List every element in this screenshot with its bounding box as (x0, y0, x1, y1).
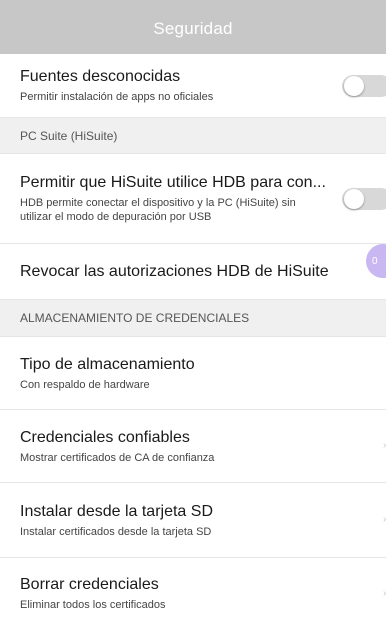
section-label: ALMACENAMIENTO DE CREDENCIALES (20, 311, 250, 325)
security-settings-screen: Seguridad Fuentes desconocidas Permitir … (0, 0, 386, 629)
trusted-credentials-subtitle: Mostrar certificados de CA de confianza (20, 451, 215, 464)
hdb-revoke-row[interactable]: Revocar las autorizaciones HDB de HiSuit… (0, 244, 386, 300)
clear-credentials-row[interactable]: Borrar credenciales Eliminar todos los c… (0, 558, 386, 629)
unknown-sources-title: Fuentes desconocidas (20, 68, 181, 85)
section-header-pc-suite: PC Suite (HiSuite) (0, 118, 386, 154)
install-sd-title: Instalar desde la tarjeta SD (20, 502, 213, 520)
trusted-credentials-title: Credenciales confiables (20, 428, 190, 446)
trusted-credentials-row[interactable]: Credenciales confiables Mostrar certific… (0, 410, 386, 483)
install-sd-subtitle: Instalar certificados desde la tarjeta S… (20, 525, 212, 538)
page-title: Seguridad (153, 19, 233, 38)
hdb-revoke-title: Revocar las autorizaciones HDB de HiSuit… (20, 262, 329, 280)
title-bar: Seguridad (0, 0, 386, 54)
section-label: PC Suite (HiSuite) (20, 128, 118, 143)
install-sd-row[interactable]: Instalar desde la tarjeta SD Instalar ce… (0, 483, 386, 558)
toggle-knob (344, 188, 364, 209)
section-header-credentials: ALMACENAMIENTO DE CREDENCIALES (0, 300, 386, 337)
storage-type-row[interactable]: Tipo de almacenamiento Con respaldo de h… (0, 337, 386, 410)
clear-credentials-subtitle: Eliminar todos los certificados (20, 599, 166, 611)
clear-credentials-title: Borrar credenciales (20, 576, 159, 593)
hdb-allow-row[interactable]: Permitir que HiSuite utilice HDB para co… (0, 154, 386, 244)
hdb-allow-title: Permitir que HiSuite utilice HDB para co… (20, 174, 326, 191)
storage-type-subtitle: Con respaldo de hardware (20, 378, 150, 391)
hdb-allow-toggle[interactable] (342, 187, 386, 210)
unknown-sources-subtitle: Permitir instalación de apps no oficiale… (20, 91, 214, 103)
unknown-sources-toggle[interactable] (342, 74, 386, 97)
unknown-sources-row[interactable]: Fuentes desconocidas Permitir instalació… (0, 54, 386, 118)
storage-type-title: Tipo de almacenamiento (20, 355, 195, 373)
hdb-allow-subtitle: HDB permite conectar el dispositivo y la… (20, 197, 296, 223)
toggle-knob (344, 75, 364, 96)
bubble-text: 0 (372, 255, 378, 267)
